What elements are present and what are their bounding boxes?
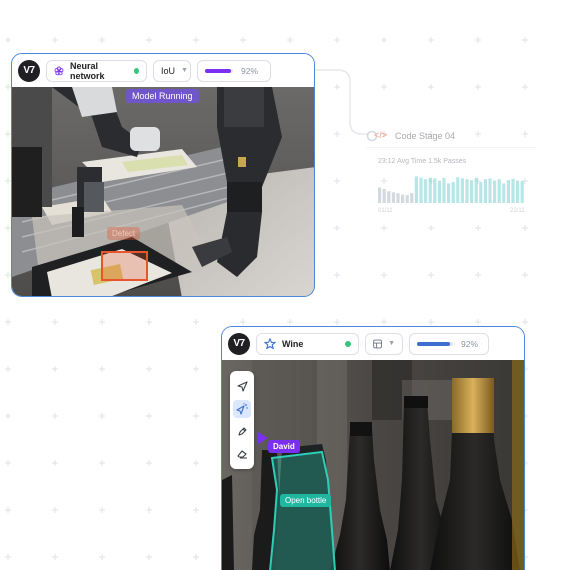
stage-bar — [479, 182, 483, 203]
progress-pill: 92% — [409, 332, 489, 355]
stage-bar — [497, 179, 501, 203]
open-bottle-annotation[interactable] — [222, 360, 524, 570]
stage-bar — [520, 181, 524, 203]
dataset-name: Neural network — [69, 60, 105, 81]
defect-box-label: Defect — [107, 227, 141, 240]
stage-bar — [428, 177, 432, 203]
stage-bar — [433, 178, 437, 203]
defect-bounding-box[interactable] — [101, 251, 148, 281]
stage-bar — [470, 180, 474, 203]
code-stage-panel: </> Code Stage 04 23:12 Avg Time 1.5k Pa… — [360, 125, 540, 225]
stage-bar — [387, 191, 391, 203]
star-icon — [264, 337, 276, 349]
stage-bar — [516, 180, 520, 203]
dataset-selector[interactable]: Wine — [256, 332, 359, 355]
stage-bar — [396, 193, 400, 203]
stage-bar — [414, 176, 418, 203]
metric-value: IoU — [161, 65, 176, 76]
chevron-down-icon: ▼ — [181, 67, 188, 74]
annotation-toolbar — [230, 371, 254, 469]
status-dot — [134, 67, 139, 74]
stage-bar — [447, 183, 451, 203]
code-stage-stats: 23:12 Avg Time 1.5k Passes — [378, 158, 467, 165]
progress-pill: 92% — [197, 59, 271, 82]
progress-label: 92% — [461, 338, 479, 349]
robot-photo: Model Running Defect — [12, 87, 314, 296]
stage-bar — [424, 179, 428, 203]
dataset-selector[interactable]: Neural network — [46, 59, 147, 82]
stage-bar-chart — [378, 176, 524, 203]
stage-bar — [382, 189, 386, 203]
stage-bar — [451, 182, 455, 203]
v7-logo: V7 — [18, 59, 40, 82]
model-running-tag: Model Running — [126, 89, 199, 103]
layout-select[interactable]: ▼ — [365, 332, 403, 355]
stage-bar — [378, 187, 382, 203]
navigate-icon[interactable] — [233, 377, 251, 395]
stage-bar — [456, 177, 460, 203]
cursor-icon — [258, 432, 268, 444]
chevron-down-icon: ▼ — [388, 340, 395, 347]
robot-annotation-card: V7 Neural network IoU ▼ 92% Model Runnin… — [11, 53, 315, 297]
v7-logo: V7 — [228, 332, 250, 355]
cursor-user-label: David — [268, 440, 300, 453]
progress-label: 92% — [241, 65, 259, 76]
dataset-name: Wine — [282, 338, 304, 349]
open-bottle-label: Open bottle — [280, 494, 332, 507]
stage-bar — [483, 179, 487, 203]
robot-scene-image — [12, 87, 314, 296]
wine-toolbar: V7 Wine ▼ 92% — [222, 327, 524, 360]
layout-icon — [373, 339, 382, 348]
stage-bar — [391, 192, 395, 203]
status-dot — [345, 340, 351, 347]
axis-start-label: 01/11 — [378, 208, 393, 214]
stage-bar — [465, 179, 469, 203]
stage-bar — [488, 178, 492, 203]
stage-bar — [502, 183, 506, 203]
progress-bar — [417, 341, 453, 346]
wine-annotation-card: V7 Wine ▼ 92% David Open bottle — [221, 326, 525, 570]
eraser-icon[interactable] — [233, 445, 251, 463]
progress-bar — [205, 68, 233, 73]
code-icon: </> — [374, 130, 388, 140]
auto-annotate-icon[interactable] — [233, 399, 251, 418]
flower-icon — [54, 65, 64, 75]
stage-bar — [442, 177, 446, 203]
stage-divider — [366, 147, 536, 148]
stage-bar — [401, 194, 405, 203]
stage-bar — [405, 195, 409, 203]
metric-select[interactable]: IoU ▼ — [153, 59, 191, 82]
wine-photo: David Open bottle — [222, 360, 524, 570]
robot-toolbar: V7 Neural network IoU ▼ 92% — [12, 54, 314, 87]
stage-bar — [437, 180, 441, 203]
stage-bar — [410, 193, 414, 203]
stage-bar — [493, 180, 497, 203]
stage-bar — [474, 177, 478, 203]
stage-bar — [511, 178, 515, 203]
axis-end-label: 22/11 — [510, 208, 525, 214]
stage-bar — [460, 178, 464, 203]
pen-icon[interactable] — [233, 422, 251, 440]
code-stage-title: Code Stage 04 — [395, 131, 456, 141]
stage-bar — [419, 177, 423, 203]
stage-bar — [506, 180, 510, 203]
